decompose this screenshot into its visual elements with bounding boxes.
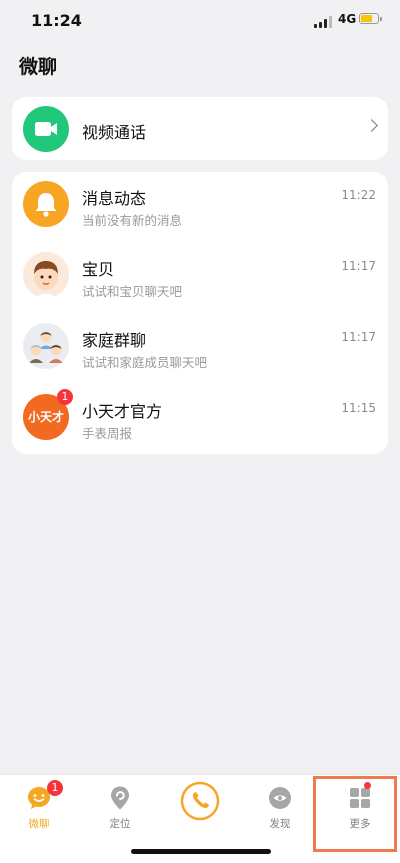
- list-item-official[interactable]: 小天才 1 小天才官方 手表周报 11:15: [12, 385, 388, 455]
- list-item-baby[interactable]: 宝贝 试试和宝贝聊天吧 11:17: [12, 243, 388, 313]
- chat-time: 11:17: [341, 330, 376, 344]
- phone-icon: [180, 781, 220, 821]
- brand-logo-icon: 小天才 1: [23, 389, 73, 440]
- tab-weichat[interactable]: 1 微聊: [14, 780, 64, 831]
- location-pin-icon: [107, 785, 133, 811]
- tab-discover[interactable]: 发现: [255, 785, 305, 831]
- discover-icon: [267, 785, 293, 811]
- highlight-box: [313, 776, 397, 852]
- tab-label: 发现: [269, 818, 291, 830]
- family-group-icon: [23, 323, 69, 369]
- video-call-card[interactable]: 视频通话: [12, 97, 388, 160]
- chat-time: 11:17: [341, 259, 376, 273]
- battery-icon: [359, 13, 382, 24]
- tab-label: 定位: [109, 818, 131, 830]
- tab-badge: 1: [47, 780, 63, 796]
- page-title: 微聊: [19, 56, 58, 78]
- chat-preview: 当前没有新的消息: [82, 213, 183, 228]
- unread-count: 1: [57, 389, 73, 405]
- tab-label: 微聊: [28, 818, 50, 830]
- unread-badge: 1: [57, 389, 73, 405]
- status-time: 11:24: [31, 11, 82, 30]
- signal-icon: [314, 16, 334, 28]
- tab-location[interactable]: 定位: [95, 785, 145, 831]
- smiley-chat-icon: 1: [26, 780, 63, 811]
- status-bar: 11:24 4G: [0, 0, 400, 44]
- child-avatar-icon: [23, 252, 69, 298]
- tab-call[interactable]: [175, 781, 225, 826]
- chat-name: 消息动态: [82, 189, 147, 208]
- chat-name: 小天才官方: [82, 402, 163, 421]
- chat-name: 家庭群聊: [82, 331, 147, 350]
- list-item-family-group[interactable]: 家庭群聊 试试和家庭成员聊天吧 11:17: [12, 314, 388, 384]
- tab-badge-count: 1: [47, 780, 63, 796]
- chat-list: 消息动态 当前没有新的消息 11:22 宝贝 试试和宝贝聊天吧 11:17 家庭…: [12, 172, 388, 454]
- bell-icon: [23, 181, 69, 227]
- video-call-label: 视频通话: [82, 123, 147, 142]
- home-indicator: [131, 849, 271, 854]
- list-item-message-feed[interactable]: 消息动态 当前没有新的消息 11:22: [12, 172, 388, 242]
- chat-preview: 试试和宝贝聊天吧: [82, 284, 183, 299]
- chat-name: 宝贝: [82, 260, 115, 279]
- network-label: 4G: [338, 12, 357, 26]
- chat-time: 11:15: [341, 401, 376, 415]
- chat-preview: 试试和家庭成员聊天吧: [82, 355, 208, 370]
- chevron-right-icon: [365, 119, 378, 132]
- brand-logo-text: 小天才: [27, 410, 64, 424]
- chat-time: 11:22: [341, 188, 376, 202]
- video-camera-icon: [23, 106, 69, 152]
- chat-preview: 手表周报: [82, 426, 133, 441]
